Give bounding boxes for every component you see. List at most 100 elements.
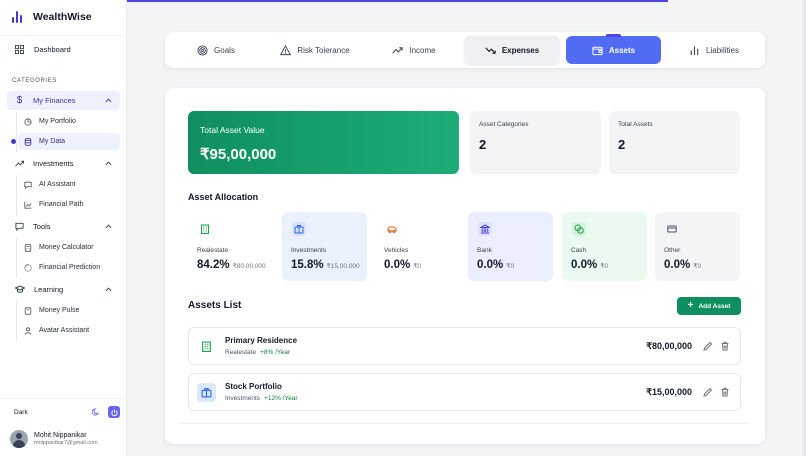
allocation-name: Cash <box>571 247 587 254</box>
trash-icon[interactable] <box>720 387 730 397</box>
tree-guide <box>16 175 17 215</box>
stat-label: Total Assets <box>618 121 653 128</box>
chevron-up-icon[interactable] <box>105 223 112 230</box>
sidebar-item-avatar-assistant[interactable]: Avatar Assistant <box>18 322 120 339</box>
sidebar-item-label: My Data <box>39 138 66 145</box>
percent-value: 0.0% <box>571 259 598 271</box>
tab-liabilities[interactable]: Liabilities <box>669 36 759 64</box>
briefcase-icon <box>292 222 306 236</box>
asset-category: Investments <box>225 395 261 402</box>
tab-bar: Goals Risk Tolerance Income Expenses Ass… <box>165 32 765 68</box>
sidebar: WealthWise Dashboard CATEGORIES $ My Fin… <box>0 0 127 456</box>
percent-value: 0.0% <box>384 259 411 271</box>
sidebar-group-learning[interactable]: Learning <box>7 280 120 299</box>
tab-expenses[interactable]: Expenses <box>464 36 560 64</box>
allocation-amount: ₹15,00,000 <box>326 263 360 270</box>
allocation-percent: 0.0% ₹0 <box>571 259 608 271</box>
trend-up-icon <box>392 46 403 54</box>
chevron-up-icon[interactable] <box>105 160 112 167</box>
theme-toggle-button[interactable] <box>108 406 120 418</box>
graduation-cap-icon <box>15 285 25 293</box>
allocation-name: Bank <box>477 247 492 254</box>
add-asset-label: Add Asset <box>698 302 731 310</box>
tab-assets[interactable]: Assets <box>566 36 661 64</box>
chevron-up-icon[interactable] <box>105 97 112 104</box>
sidebar-item-my-portfolio[interactable]: My Portfolio <box>18 113 120 130</box>
tab-label: Income <box>409 45 436 55</box>
bar-chart-icon <box>690 45 699 55</box>
allocation-amount: ₹80,00,000 <box>232 263 266 270</box>
user-icon <box>24 326 32 335</box>
user-email: mnippanikar7@gmail.com <box>34 440 98 446</box>
edit-icon[interactable] <box>703 387 713 397</box>
edit-icon[interactable] <box>703 341 713 351</box>
add-asset-button[interactable]: + Add Asset <box>677 297 741 315</box>
row-actions <box>703 341 730 351</box>
sidebar-group-label: Learning <box>34 285 64 294</box>
tab-risk-tolerance[interactable]: Risk Tolerance <box>265 36 365 64</box>
database-icon <box>24 137 32 146</box>
sidebar-item-label: AI Assistant <box>39 181 76 188</box>
trash-icon[interactable] <box>720 341 730 351</box>
bank-icon <box>478 222 492 236</box>
grid-icon <box>15 45 24 54</box>
asset-growth: +12% /Year <box>264 395 298 402</box>
sidebar-group-my-finances[interactable]: $ My Finances <box>7 91 120 110</box>
total-asset-label: Total Asset Value <box>200 125 265 135</box>
allocation-percent: 0.0% ₹0 <box>664 259 701 271</box>
target-icon <box>197 44 208 56</box>
allocation-amount: ₹0 <box>693 263 701 270</box>
moon-icon[interactable] <box>92 408 100 416</box>
total-assets-card: Total Assets 2 <box>609 111 740 174</box>
allocation-percent: 84.2% ₹80,00,000 <box>197 259 266 271</box>
sidebar-item-dashboard[interactable]: Dashboard <box>15 45 71 54</box>
dollar-icon: $ <box>16 95 23 106</box>
asset-name: Stock Portfolio <box>225 382 282 391</box>
building-icon <box>197 337 216 356</box>
sidebar-item-financial-path[interactable]: Financial Path <box>18 196 120 213</box>
sidebar-item-my-data[interactable]: My Data <box>18 133 120 150</box>
divider <box>0 398 127 399</box>
sidebar-item-money-pulse[interactable]: Money Pulse <box>18 302 120 319</box>
asset-row[interactable]: Primary Residence Realestate +8% /Year ₹8… <box>188 327 741 365</box>
asset-row[interactable]: Stock Portfolio Investments +12% /Year ₹1… <box>188 373 741 411</box>
allocation-title: Asset Allocation <box>188 192 259 202</box>
allocation-amount: ₹0 <box>600 263 608 270</box>
avatar <box>10 430 28 448</box>
tab-income[interactable]: Income <box>371 36 457 64</box>
user-profile[interactable]: Mohit Nippanikar mnippanikar7@gmail.com <box>10 430 98 448</box>
sidebar-item-label: Dashboard <box>34 45 71 54</box>
asset-name: Primary Residence <box>225 336 298 345</box>
asset-growth: +8% /Year <box>260 349 291 356</box>
theme-label: Dark <box>14 408 28 416</box>
allocation-name: Vehicles <box>384 247 409 254</box>
chevron-up-icon[interactable] <box>105 286 112 293</box>
allocation-name: Other <box>664 247 681 254</box>
plus-icon: + <box>687 300 694 311</box>
stat-value: 2 <box>479 137 487 152</box>
tab-label: Expenses <box>501 45 540 55</box>
building-icon <box>198 222 212 236</box>
tab-goals[interactable]: Goals <box>171 36 261 64</box>
brand[interactable]: WealthWise <box>12 11 92 23</box>
asset-categories-card: Asset Categories 2 <box>470 111 601 174</box>
allocation-percent: 0.0% ₹0 <box>384 259 421 271</box>
row-actions <box>703 387 730 397</box>
allocation-card-other: Other 0.0% ₹0 <box>655 212 740 281</box>
pie-chart-icon <box>24 117 32 126</box>
tab-label: Goals <box>214 45 235 55</box>
sidebar-item-money-calculator[interactable]: Money Calculator <box>18 239 120 256</box>
sidebar-item-financial-prediction[interactable]: Financial Prediction <box>18 259 120 276</box>
allocation-card-cash: Cash 0.0% ₹0 <box>562 212 647 281</box>
sidebar-group-investments[interactable]: Investments <box>7 154 120 173</box>
message-square-icon <box>15 222 24 231</box>
trend-up-icon <box>15 160 24 167</box>
book-icon <box>24 306 32 315</box>
sidebar-item-label: My Portfolio <box>39 118 76 125</box>
sidebar-group-tools[interactable]: Tools <box>7 217 120 236</box>
sidebar-group-label: Tools <box>33 222 51 231</box>
total-asset-value: ₹95,00,000 <box>200 146 277 163</box>
sidebar-item-ai-assistant[interactable]: AI Assistant <box>18 176 120 193</box>
line-chart-icon <box>24 201 32 209</box>
tab-label: Assets <box>608 45 636 55</box>
